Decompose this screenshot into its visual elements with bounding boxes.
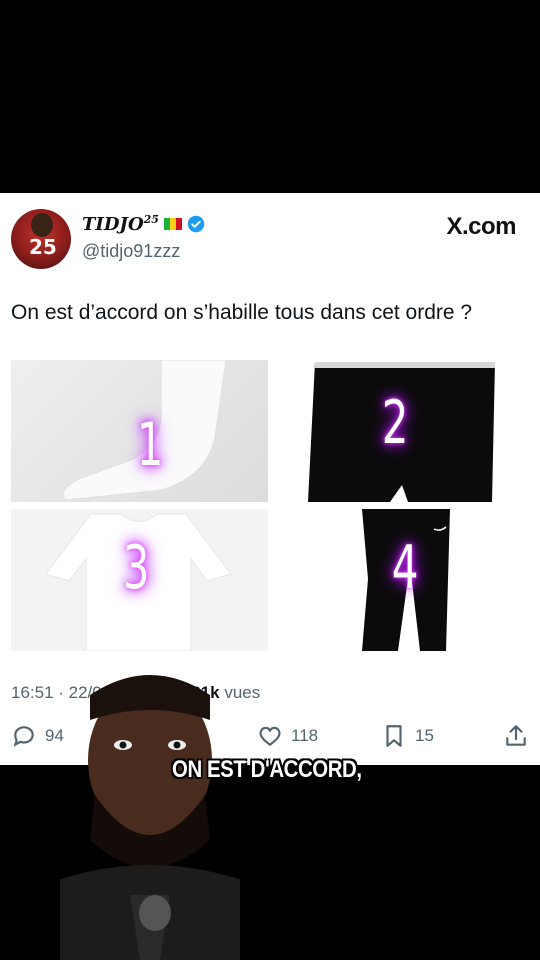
display-name[interactable]: TIDJO25 bbox=[82, 213, 159, 235]
media-image-boxer[interactable]: 2 bbox=[270, 360, 527, 502]
reply-icon bbox=[13, 726, 34, 747]
like-count: 118 bbox=[291, 726, 319, 745]
avatar-jersey-number: 25 bbox=[29, 235, 57, 259]
bookmark-icon bbox=[386, 725, 402, 747]
heart-icon bbox=[259, 726, 281, 746]
video-caption: ON EST D'ACCORD, bbox=[172, 756, 362, 783]
reply-button[interactable]: 94 bbox=[11, 723, 64, 749]
x-brand-logo: X.com bbox=[446, 213, 516, 240]
verified-badge-icon bbox=[187, 215, 205, 233]
like-button[interactable]: 118 bbox=[257, 723, 318, 749]
bookmark-button[interactable]: 15 bbox=[381, 723, 434, 749]
image-number-label: 3 bbox=[122, 533, 150, 603]
tweet-text: On est d’accord on s’habille tous dans c… bbox=[11, 301, 473, 324]
image-number-label: 2 bbox=[381, 388, 409, 458]
media-grid: 1 2 3 4 bbox=[11, 360, 527, 652]
bookmark-count: 15 bbox=[415, 726, 434, 745]
avatar[interactable]: 25 bbox=[11, 209, 71, 269]
presenter-video-overlay bbox=[60, 675, 240, 960]
image-number-label: 1 bbox=[136, 410, 164, 480]
media-image-pants[interactable]: 4 bbox=[270, 509, 527, 651]
share-button[interactable] bbox=[503, 723, 529, 749]
author-handle[interactable]: @tidjo91zzz bbox=[82, 241, 180, 262]
share-icon bbox=[506, 725, 526, 746]
mali-flag-icon bbox=[163, 218, 182, 230]
image-number-label: 4 bbox=[391, 533, 419, 603]
media-image-tshirt[interactable]: 3 bbox=[11, 509, 268, 651]
media-image-sock[interactable]: 1 bbox=[11, 360, 268, 502]
author-name-row[interactable]: TIDJO25 bbox=[82, 213, 205, 235]
